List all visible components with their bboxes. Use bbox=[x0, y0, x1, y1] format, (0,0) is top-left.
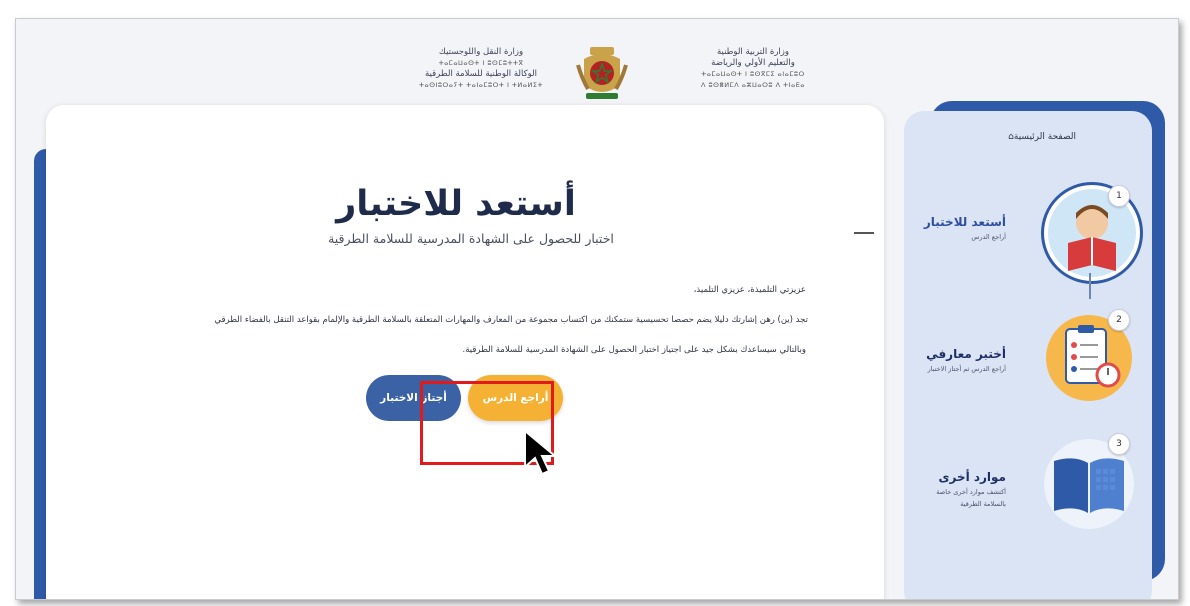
mouse-pointer-icon bbox=[524, 429, 558, 476]
ministry-transport-line1: وزارة النقل واللوجستيك bbox=[438, 47, 524, 57]
ministry-transport-tifinagh1: ⵜⴰⵎⴰⵡⴰⵙⵜ ⵏ ⵓⵙⵎⵓⵜⵜⴳ bbox=[438, 59, 524, 67]
page-subtitle: اختبار للحصول على الشهادة المدرسية للسلا… bbox=[328, 231, 614, 246]
ministry-education-line1: وزارة التربية الوطنية bbox=[716, 47, 790, 57]
step-3-title[interactable]: موارد أخرى bbox=[916, 470, 1006, 484]
step-3-subtitle-line2: بالسلامة الطرقية bbox=[960, 500, 1006, 508]
page-title: أستعد للاختبار bbox=[336, 184, 576, 224]
moroccan-emblem-icon bbox=[576, 47, 628, 99]
step-3-number: 3 bbox=[1108, 433, 1130, 455]
step-1-subtitle: أراجع الدرس bbox=[971, 233, 1006, 241]
intro-paragraph: تجد (ين) رهن إشارتك دليلا يضم حصصا تحسيس… bbox=[214, 315, 808, 325]
intro-paragraph-continued: وبالتالي سيساعدك بشكل جيد على اجتياز اخت… bbox=[462, 345, 807, 355]
ministry-education-tifinagh2: ⴷ ⵓⵙⴻⵍⵎⴷ ⴰⵣⵡⴰⵔⵓ ⴷ ⵜⵏⴰⴹⴰ bbox=[700, 81, 806, 89]
ministry-transport-label: وزارة النقل واللوجستيك ⵜⴰⵎⴰⵡⴰⵙⵜ ⵏ ⵓⵙⵎⵓⵜⵜ… bbox=[396, 47, 566, 91]
step-1-title[interactable]: أستعد للاختبار bbox=[916, 215, 1006, 229]
greeting-text: عزيزتي التلميذة، عزيزي التلميذ، bbox=[693, 285, 806, 295]
road-safety-agency-tifinagh: ⵜⴰⵙⵏⵓⵔⴰⵢⵜ ⵜⴰⵏⴰⵎⵓⵔⵜ ⵏ ⵜⵍⴰⵍⵉⵜ bbox=[419, 81, 543, 89]
home-link[interactable]: الصفحة الرئيسية⌂ bbox=[966, 132, 1076, 142]
home-link-label: الصفحة الرئيسية bbox=[1013, 132, 1076, 142]
ministry-education-line2: والتعليم الأولي والرياضة bbox=[711, 58, 795, 68]
browser-frame: وزارة التربية الوطنية والتعليم الأولي وا… bbox=[15, 18, 1179, 600]
ministry-education-tifinagh1: ⵜⴰⵎⴰⵡⴰⵙⵜ ⵏ ⵓⵙⴳⵎⵉ ⴰⵏⴰⵎⵓⵔ bbox=[701, 70, 805, 78]
step-2-subtitle: أراجع الدرس ثم أجتاز الاختبار bbox=[927, 365, 1006, 373]
step-2-title[interactable]: أختبر معارفي bbox=[916, 347, 1006, 361]
step-3-subtitle: أكتشف موارد أخرى خاصة bbox=[936, 488, 1006, 496]
step-connector bbox=[1089, 273, 1091, 299]
ministry-education-label: وزارة التربية الوطنية والتعليم الأولي وا… bbox=[688, 47, 818, 91]
collapse-toggle[interactable] bbox=[854, 232, 874, 234]
step-2-number: 2 bbox=[1108, 309, 1130, 331]
road-safety-agency-line: الوكالة الوطنية للسلامة الطرقية bbox=[425, 69, 537, 79]
step-1-number: 1 bbox=[1108, 185, 1130, 207]
